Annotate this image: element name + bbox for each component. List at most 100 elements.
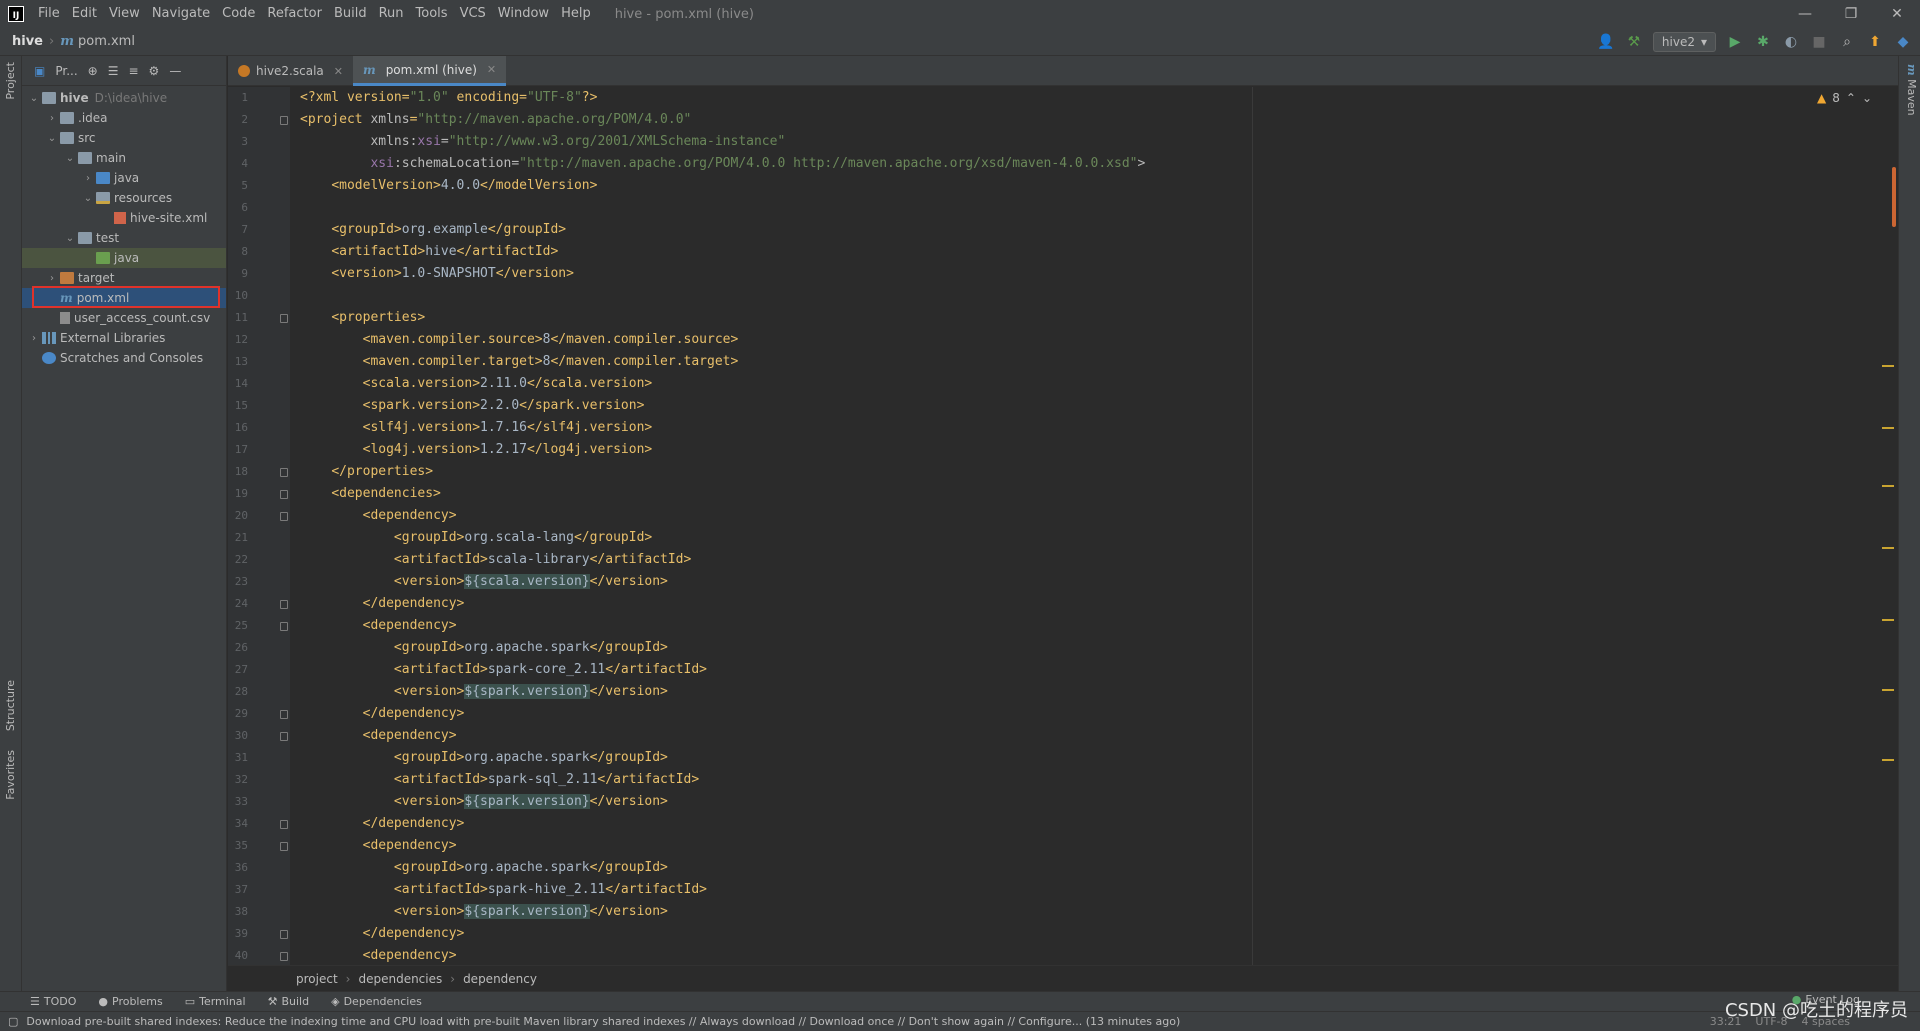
project-tool-tab[interactable]: Project	[2, 58, 19, 104]
coverage-icon[interactable]: ◐	[1782, 34, 1800, 50]
code-line[interactable]: <version>${spark.version}</version>	[290, 791, 1310, 813]
build-hammer-icon[interactable]: ⚒	[1625, 34, 1643, 50]
project-panel-title[interactable]: Pr...	[55, 64, 77, 78]
tree-item[interactable]: ⌄ main	[22, 148, 226, 168]
fold-marker-icon[interactable]	[280, 952, 288, 961]
code-line[interactable]: <groupId>org.apache.spark</groupId>	[290, 747, 1310, 769]
settings-gear-icon[interactable]: ⚙	[149, 64, 160, 78]
code-content[interactable]: <?xml version="1.0" encoding="UTF-8"?> <p…	[290, 87, 1310, 967]
code-line[interactable]: <maven.compiler.source>8</maven.compiler…	[290, 329, 1310, 351]
menu-window[interactable]: Window	[492, 0, 555, 28]
chevron-right-icon[interactable]: ›	[82, 173, 94, 184]
menu-navigate[interactable]: Navigate	[146, 0, 216, 28]
close-window-icon[interactable]: ✕	[1874, 0, 1920, 28]
tree-item[interactable]: ⌄ test	[22, 228, 226, 248]
menu-file[interactable]: File	[32, 0, 66, 28]
chevron-down-icon[interactable]: ⌄	[46, 133, 58, 144]
status-message[interactable]: Download pre-built shared indexes: Reduc…	[26, 1015, 1180, 1028]
locate-icon[interactable]: ⊕	[88, 64, 98, 78]
stop-icon[interactable]: ■	[1810, 34, 1828, 50]
user-icon[interactable]: 👤	[1597, 34, 1615, 50]
code-line[interactable]: <groupId>org.apache.spark</groupId>	[290, 857, 1310, 879]
code-line[interactable]: </dependency>	[290, 923, 1310, 945]
collapse-all-icon[interactable]: ≡	[128, 64, 138, 78]
fold-marker-icon[interactable]	[280, 512, 288, 521]
breadcrumb-item[interactable]: dependencies	[358, 972, 442, 986]
tree-item[interactable]: › .idea	[22, 108, 226, 128]
code-line[interactable]: <log4j.version>1.2.17</log4j.version>	[290, 439, 1310, 461]
next-highlight-icon[interactable]: ⌄	[1862, 91, 1872, 105]
tree-item[interactable]: hive-site.xml	[22, 208, 226, 228]
code-line[interactable]: <spark.version>2.2.0</spark.version>	[290, 395, 1310, 417]
menu-vcs[interactable]: VCS	[454, 0, 492, 28]
warning-stripe[interactable]	[1882, 365, 1894, 367]
fold-marker-icon[interactable]	[280, 622, 288, 631]
previous-highlight-icon[interactable]: ⌃	[1846, 91, 1856, 105]
code-line[interactable]: <version>${spark.version}</version>	[290, 901, 1310, 923]
plugin-icon[interactable]: ◆	[1894, 34, 1912, 50]
tree-item[interactable]: › target	[22, 268, 226, 288]
code-line[interactable]: </properties>	[290, 461, 1310, 483]
code-line[interactable]: <artifactId>spark-hive_2.11</artifactId>	[290, 879, 1310, 901]
tree-item[interactable]: › java	[22, 168, 226, 188]
menu-view[interactable]: View	[103, 0, 146, 28]
code-line[interactable]: <version>${spark.version}</version>	[290, 681, 1310, 703]
fold-marker-icon[interactable]	[280, 842, 288, 851]
tree-item[interactable]: ⌄ src	[22, 128, 226, 148]
restore-icon[interactable]: ❐	[1828, 0, 1874, 28]
menu-edit[interactable]: Edit	[66, 0, 103, 28]
favorites-tool-tab[interactable]: Favorites	[2, 746, 19, 804]
inspection-widget[interactable]: ▲ 8 ⌃ ⌄	[1817, 91, 1872, 105]
chevron-right-icon[interactable]: ›	[46, 113, 58, 124]
expand-all-icon[interactable]: ☰	[108, 64, 119, 78]
fold-marker-icon[interactable]	[280, 468, 288, 477]
menu-code[interactable]: Code	[216, 0, 261, 28]
code-line[interactable]: <dependency>	[290, 615, 1310, 637]
code-line[interactable]: <scala.version>2.11.0</scala.version>	[290, 373, 1310, 395]
debug-icon[interactable]: ✱	[1754, 34, 1772, 50]
code-line[interactable]	[290, 285, 1310, 307]
code-line[interactable]: <dependencies>	[290, 483, 1310, 505]
hide-panel-icon[interactable]: —	[169, 64, 181, 78]
code-line[interactable]: <version>${scala.version}</version>	[290, 571, 1310, 593]
warning-stripe[interactable]	[1882, 547, 1894, 549]
code-line[interactable]: </dependency>	[290, 703, 1310, 725]
warning-stripe[interactable]	[1882, 485, 1894, 487]
warning-stripe[interactable]	[1882, 759, 1894, 761]
fold-marker-icon[interactable]	[280, 314, 288, 323]
code-line[interactable]: <artifactId>hive</artifactId>	[290, 241, 1310, 263]
chevron-down-icon[interactable]: ⌄	[82, 193, 94, 204]
code-line[interactable]: <properties>	[290, 307, 1310, 329]
editor-scrollbar[interactable]	[1892, 167, 1896, 227]
update-icon[interactable]: ⬆	[1866, 34, 1884, 50]
chevron-down-icon[interactable]: ⌄	[64, 153, 76, 164]
fold-marker-icon[interactable]	[280, 732, 288, 741]
breadcrumb-item[interactable]: dependency	[463, 972, 537, 986]
close-tab-icon[interactable]: ✕	[334, 65, 343, 78]
chevron-right-icon[interactable]: ›	[46, 273, 58, 284]
code-line[interactable]: </dependency>	[290, 593, 1310, 615]
code-line[interactable]: <groupId>org.apache.spark</groupId>	[290, 637, 1310, 659]
code-line[interactable]: <groupId>org.scala-lang</groupId>	[290, 527, 1310, 549]
code-line[interactable]: <dependency>	[290, 725, 1310, 747]
warning-stripe[interactable]	[1882, 689, 1894, 691]
tree-item[interactable]: m pom.xml	[22, 288, 226, 308]
warning-stripe[interactable]	[1882, 619, 1894, 621]
code-line[interactable]: <dependency>	[290, 505, 1310, 527]
code-line[interactable]: xsi:schemaLocation="http://maven.apache.…	[290, 153, 1310, 175]
tab-pom-xml[interactable]: m pom.xml (hive) ✕	[352, 56, 507, 86]
code-line[interactable]: </dependency>	[290, 813, 1310, 835]
minimize-icon[interactable]: —	[1782, 0, 1828, 28]
tree-item[interactable]: Scratches and Consoles	[22, 348, 226, 368]
code-line[interactable]: <maven.compiler.target>8</maven.compiler…	[290, 351, 1310, 373]
fold-marker-icon[interactable]	[280, 600, 288, 609]
code-line[interactable]	[290, 197, 1310, 219]
fold-marker-icon[interactable]	[280, 710, 288, 719]
menu-refactor[interactable]: Refactor	[261, 0, 328, 28]
menu-tools[interactable]: Tools	[410, 0, 454, 28]
nav-file[interactable]: pom.xml	[78, 34, 135, 49]
chevron-down-icon[interactable]: ⌄	[28, 93, 40, 104]
close-tab-icon[interactable]: ✕	[487, 63, 496, 76]
tree-item[interactable]: › External Libraries	[22, 328, 226, 348]
code-line[interactable]: <artifactId>spark-sql_2.11</artifactId>	[290, 769, 1310, 791]
